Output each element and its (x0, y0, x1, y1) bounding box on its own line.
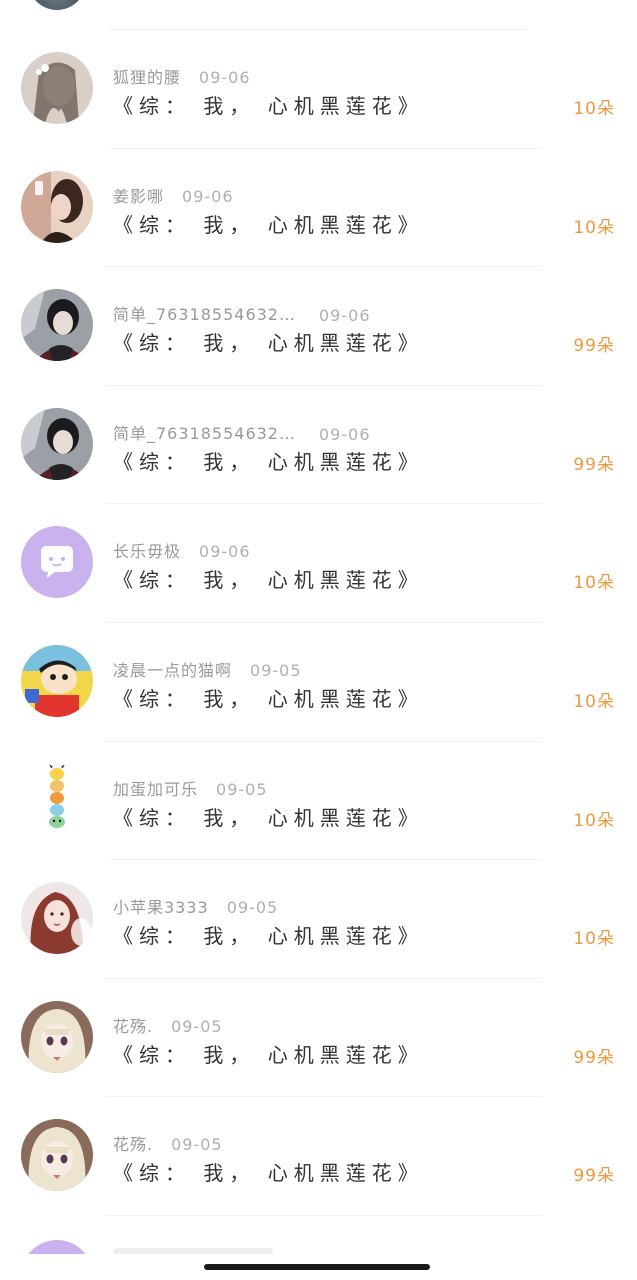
anime-girl-avatar-icon (21, 1000, 93, 1073)
flower-amount: 99朵 (573, 1047, 615, 1068)
book-title: 《综： 我， 心机黑莲花》 (113, 1042, 424, 1067)
book-title: 《综： 我， 心机黑莲花》 (113, 331, 424, 356)
avatar[interactable] (21, 882, 93, 955)
donation-list-page: 狐狸的腰 09-06 《综： 我， 心机黑莲花》 10朵 姜影哪 09-06 《… (0, 0, 637, 1280)
donor-meta: 简单_76318554632… 09-06 (113, 420, 371, 444)
anime-boy-avatar-icon (21, 407, 93, 480)
avatar[interactable] (21, 763, 93, 836)
book-title: 《综： 我， 心机黑莲花》 (113, 686, 424, 711)
donor-name[interactable]: 花殇. (113, 1017, 153, 1036)
avatar[interactable] (21, 289, 93, 362)
book-title: 《综： 我， 心机黑莲花》 (113, 94, 424, 118)
donor-name[interactable]: 凌晨一点的猫啊 (113, 661, 232, 680)
list-item[interactable]: 简单_76318554632… 09-06 《综： 我， 心机黑莲花》 99朵 (0, 267, 637, 386)
flower-amount: 99朵 (573, 1166, 615, 1187)
girl-pale-avatar-icon (21, 52, 93, 124)
donation-date: 09-06 (182, 186, 234, 206)
donor-meta: 简单_76318554632… 09-06 (113, 301, 371, 325)
donor-name[interactable]: 加蛋加可乐 (113, 780, 198, 799)
donation-list: 狐狸的腰 09-06 《综： 我， 心机黑莲花》 10朵 姜影哪 09-06 《… (0, 30, 637, 1216)
donor-meta: 花殇. 09-05 (113, 1013, 223, 1037)
list-item[interactable]: 加蛋加可乐 09-05 《综： 我， 心机黑莲花》 10朵 (0, 742, 637, 861)
donation-date: 09-06 (199, 68, 251, 87)
girl-selfie-avatar-icon (21, 170, 93, 243)
donor-meta: 狐狸的腰 09-06 (113, 64, 251, 88)
flower-amount: 10朵 (573, 573, 615, 594)
donor-meta: 凌晨一点的猫啊 09-05 (113, 657, 302, 681)
book-title: 《综： 我， 心机黑莲花》 (113, 212, 424, 237)
list-item[interactable]: 花殇. 09-05 《综： 我， 心机黑莲花》 99朵 (0, 1097, 637, 1216)
donor-meta: 小苹果3333 09-05 (113, 894, 278, 918)
donor-name[interactable]: 简单_76318554632… (113, 301, 301, 325)
donation-date: 09-05 (226, 898, 279, 918)
book-title: 《综： 我， 心机黑莲花》 (113, 568, 424, 593)
flower-amount: 10朵 (573, 691, 615, 712)
flower-amount: 10朵 (573, 217, 615, 238)
avatar[interactable] (21, 52, 93, 124)
book-title: 《综： 我， 心机黑莲花》 (113, 924, 424, 949)
avatar[interactable] (21, 407, 93, 480)
donation-date: 09-06 (199, 542, 251, 562)
avatar[interactable] (21, 170, 93, 243)
list-item[interactable]: 长乐毋极 09-06 《综： 我， 心机黑莲花》 10朵 (0, 504, 637, 623)
avatar[interactable] (21, 1000, 93, 1073)
avatar[interactable] (21, 526, 93, 599)
book-title: 《综： 我， 心机黑莲花》 (113, 449, 424, 474)
flower-amount: 10朵 (573, 929, 615, 950)
anime-girl-avatar-icon (21, 1119, 93, 1192)
flower-amount: 10朵 (573, 810, 615, 831)
partial-row-top (0, 0, 637, 30)
donation-date: 09-05 (250, 660, 302, 680)
flower-amount: 99朵 (573, 454, 615, 475)
donor-name[interactable]: 花殇. (113, 1135, 153, 1154)
flower-amount: 99朵 (573, 336, 615, 357)
book-title: 《综： 我， 心机黑莲花》 (113, 1161, 424, 1186)
avatar[interactable] (28, 0, 86, 10)
list-item[interactable]: 凌晨一点的猫啊 09-05 《综： 我， 心机黑莲花》 10朵 (0, 623, 637, 742)
default-chat-avatar-icon (21, 526, 93, 599)
list-item[interactable]: 简单_76318554632… 09-06 《综： 我， 心机黑莲花》 99朵 (0, 386, 637, 505)
home-indicator[interactable] (204, 1264, 430, 1270)
flower-amount: 10朵 (573, 99, 615, 119)
donor-name[interactable]: 姜影哪 (113, 187, 164, 206)
donor-name[interactable]: 长乐毋极 (113, 542, 181, 561)
avatar[interactable] (21, 1119, 93, 1192)
donation-date: 09-05 (171, 1135, 223, 1155)
list-item[interactable]: 小苹果3333 09-05 《综： 我， 心机黑莲花》 10朵 (0, 860, 637, 979)
donor-name[interactable]: 狐狸的腰 (113, 68, 181, 87)
list-item[interactable]: 狐狸的腰 09-06 《综： 我， 心机黑莲花》 10朵 (0, 30, 637, 149)
donor-name[interactable]: 小苹果3333 (113, 898, 209, 917)
donor-meta: 长乐毋极 09-06 (113, 538, 251, 562)
donor-meta: 加蛋加可乐 09-05 (113, 776, 268, 800)
donor-name[interactable]: 简单_76318554632… (113, 420, 301, 444)
donation-date: 09-05 (171, 1016, 223, 1036)
pokemon-stack-avatar-icon (21, 763, 93, 836)
anime-boy-avatar-icon (21, 289, 93, 362)
avatar[interactable] (21, 644, 93, 717)
donation-date: 09-06 (319, 306, 371, 326)
donation-date: 09-05 (216, 779, 268, 799)
cartoon-kid-avatar-icon (21, 644, 93, 717)
girl-redhair-avatar-icon (21, 882, 93, 955)
book-title: 《综： 我， 心机黑莲花》 (113, 805, 424, 830)
donor-meta: 花殇. 09-05 (113, 1131, 223, 1155)
list-item[interactable]: 姜影哪 09-06 《综： 我， 心机黑莲花》 10朵 (0, 149, 637, 268)
divider (105, 1214, 542, 1216)
donor-meta: 姜影哪 09-06 (113, 183, 234, 207)
donation-date: 09-06 (319, 424, 371, 444)
list-item[interactable]: 花殇. 09-05 《综： 我， 心机黑莲花》 99朵 (0, 979, 637, 1098)
